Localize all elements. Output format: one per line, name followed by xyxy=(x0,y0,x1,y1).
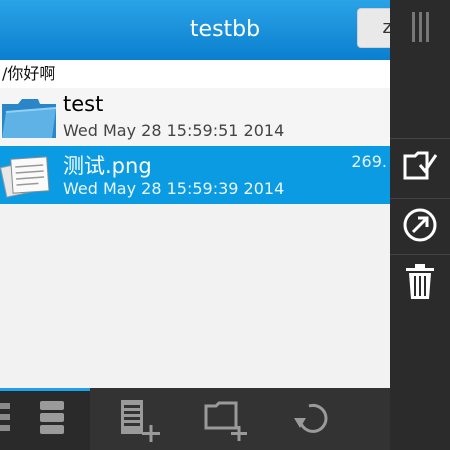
list-item[interactable]: test Wed May 28 15:59:51 2014 xyxy=(0,88,390,146)
file-list: test Wed May 28 15:59:51 2014 测试.png Wed… xyxy=(0,88,390,388)
active-tab-indicator xyxy=(0,388,90,391)
document-icon xyxy=(0,156,50,198)
list-item[interactable]: 测试.png Wed May 28 15:59:39 2014 269. xyxy=(0,146,390,204)
list-view-icon xyxy=(0,401,64,434)
breadcrumb: /你好啊 xyxy=(0,60,390,88)
file-date: Wed May 28 15:59:39 2014 xyxy=(63,179,285,198)
share-arrow-icon xyxy=(403,208,437,242)
trash-icon xyxy=(406,264,434,299)
add-folder-icon[interactable] xyxy=(200,398,250,442)
file-name: test xyxy=(63,92,104,116)
file-name: 测试.png xyxy=(63,154,152,178)
delete-button[interactable] xyxy=(390,254,450,306)
select-folder-button[interactable] xyxy=(390,138,450,190)
bottom-toolbar xyxy=(0,388,390,450)
title-bar: testbb z xyxy=(0,0,450,60)
file-size: 269. xyxy=(351,152,387,171)
share-button[interactable] xyxy=(390,198,450,250)
folder-icon xyxy=(2,99,57,138)
file-date: Wed May 28 15:59:51 2014 xyxy=(63,121,285,140)
list-view-tab[interactable] xyxy=(0,388,90,450)
refresh-icon[interactable] xyxy=(288,398,338,442)
folder-check-icon xyxy=(403,151,438,180)
drag-handle-icon[interactable] xyxy=(400,10,440,44)
add-file-icon[interactable] xyxy=(115,398,165,442)
action-sidebar xyxy=(390,0,450,450)
